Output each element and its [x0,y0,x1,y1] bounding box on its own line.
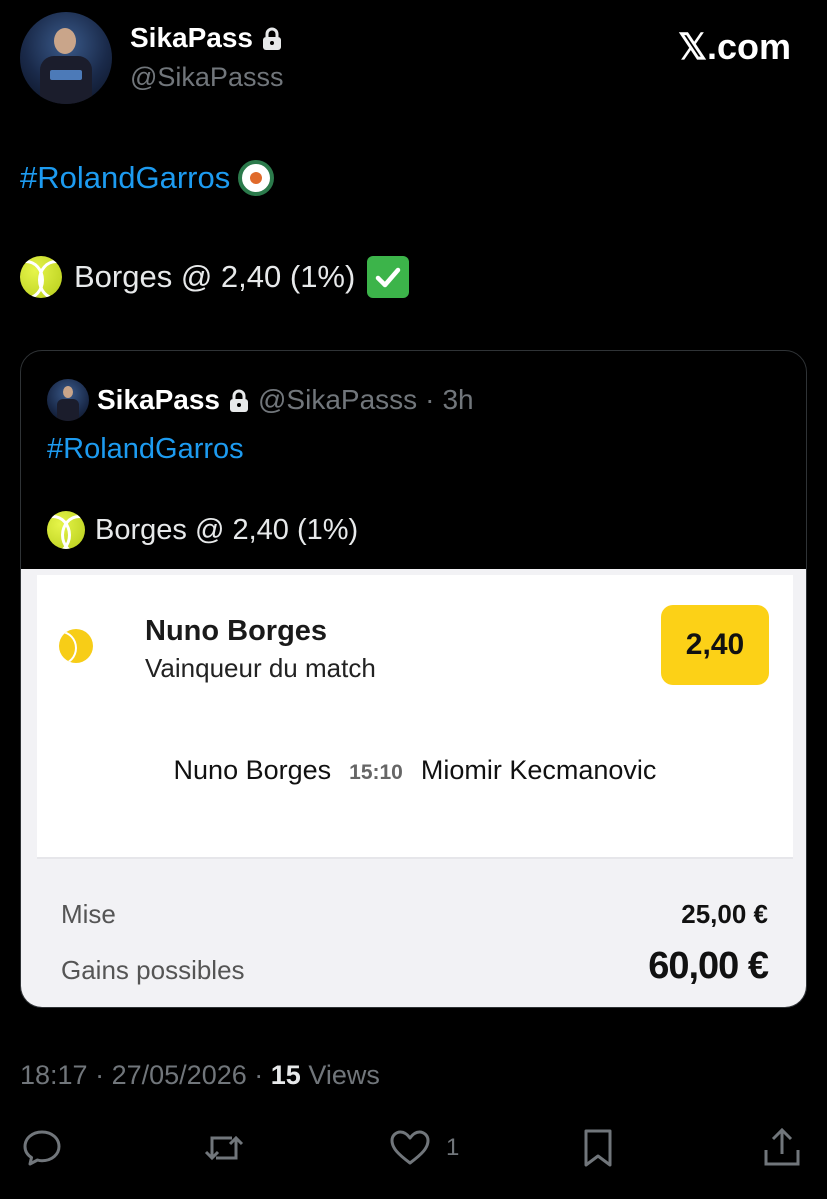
x-com-logo: 𝕏.com [677,26,791,67]
quoted-author-handle: @SikaPasss [258,384,418,415]
hashtag-link[interactable]: #RolandGarros [20,160,230,196]
reply-button[interactable] [20,1124,64,1172]
tweet-time[interactable]: 18:17 [20,1060,88,1090]
like-button[interactable]: 1 [388,1124,459,1172]
author-name[interactable]: SikaPass [130,22,283,54]
retweet-button[interactable] [202,1124,246,1172]
match-time: 15:10 [349,761,403,784]
tweet-bet-line: Borges @ 2,40 (1%) [20,256,410,298]
match-row: Nuno Borges 15:10 Miomir Kecmanovic [37,755,793,786]
quoted-bet-line: Borges @ 2,40 (1%) [47,511,358,549]
quoted-hashtag-link[interactable]: #RolandGarros [47,433,244,466]
bet-text: Borges @ 2,40 (1%) [74,259,356,294]
tweet-header: SikaPass @SikaPasss 𝕏.com [20,12,807,104]
stake-value: 25,00 € [681,899,768,929]
selection-market: Vainqueur du match [145,653,376,683]
quoted-tweet-header: SikaPass @SikaPasss · 3h [47,379,474,421]
quoted-author-avatar [47,379,89,421]
tennis-ball-icon [59,629,93,663]
author-handle[interactable]: @SikaPasss [130,62,283,93]
meta-separator: · [254,1060,264,1090]
slip-divider [37,857,793,859]
quoted-time: 3h [442,384,474,415]
bookmark-button[interactable] [576,1124,620,1172]
quoted-author-name: SikaPass [97,384,220,415]
check-mark-icon [367,256,410,298]
selection-player: Nuno Borges [145,615,328,647]
tweet-hashtag-row: #RolandGarros [20,160,275,196]
author-avatar[interactable] [20,12,112,104]
lock-icon [228,388,250,412]
stake-label: Mise [61,899,116,929]
author-name-text[interactable]: SikaPass [130,22,253,54]
bookmark-icon [584,1129,612,1167]
views-count: 15 [270,1060,301,1090]
retweet-icon [204,1135,244,1161]
reply-icon [23,1130,61,1166]
roland-garros-logo-icon [238,160,275,196]
payout-value: 60,00 € [648,945,769,987]
tweet-date[interactable]: 27/05/2026 [112,1060,247,1090]
quoted-bet-text: Borges @ 2,40 (1%) [95,513,359,546]
quoted-tweet[interactable]: SikaPass @SikaPasss · 3h #RolandGarros B… [20,350,807,1008]
share-button[interactable] [760,1124,804,1172]
bet-slip-card: Nuno Borges Vainqueur du match 2,40 Nuno… [37,575,793,857]
action-bar: 1 [20,1124,807,1172]
share-icon [764,1127,800,1166]
bet-slip-image[interactable]: Nuno Borges Vainqueur du match 2,40 Nuno… [21,569,806,1007]
meta-separator: · [95,1060,105,1090]
heart-icon [390,1130,430,1165]
tweet-meta: 18:17 · 27/05/2026 · 15 Views [20,1060,380,1091]
quoted-separator: · [425,384,435,415]
away-player: Miomir Kecmanovic [420,755,657,785]
payout-label: Gains possibles [61,955,245,985]
lock-icon [261,26,283,50]
views-label: Views [308,1060,380,1090]
odds-badge: 2,40 [661,605,769,685]
tennis-ball-icon [47,511,85,549]
like-count: 1 [446,1134,460,1161]
tennis-ball-icon [20,256,62,298]
home-player: Nuno Borges [173,755,332,785]
